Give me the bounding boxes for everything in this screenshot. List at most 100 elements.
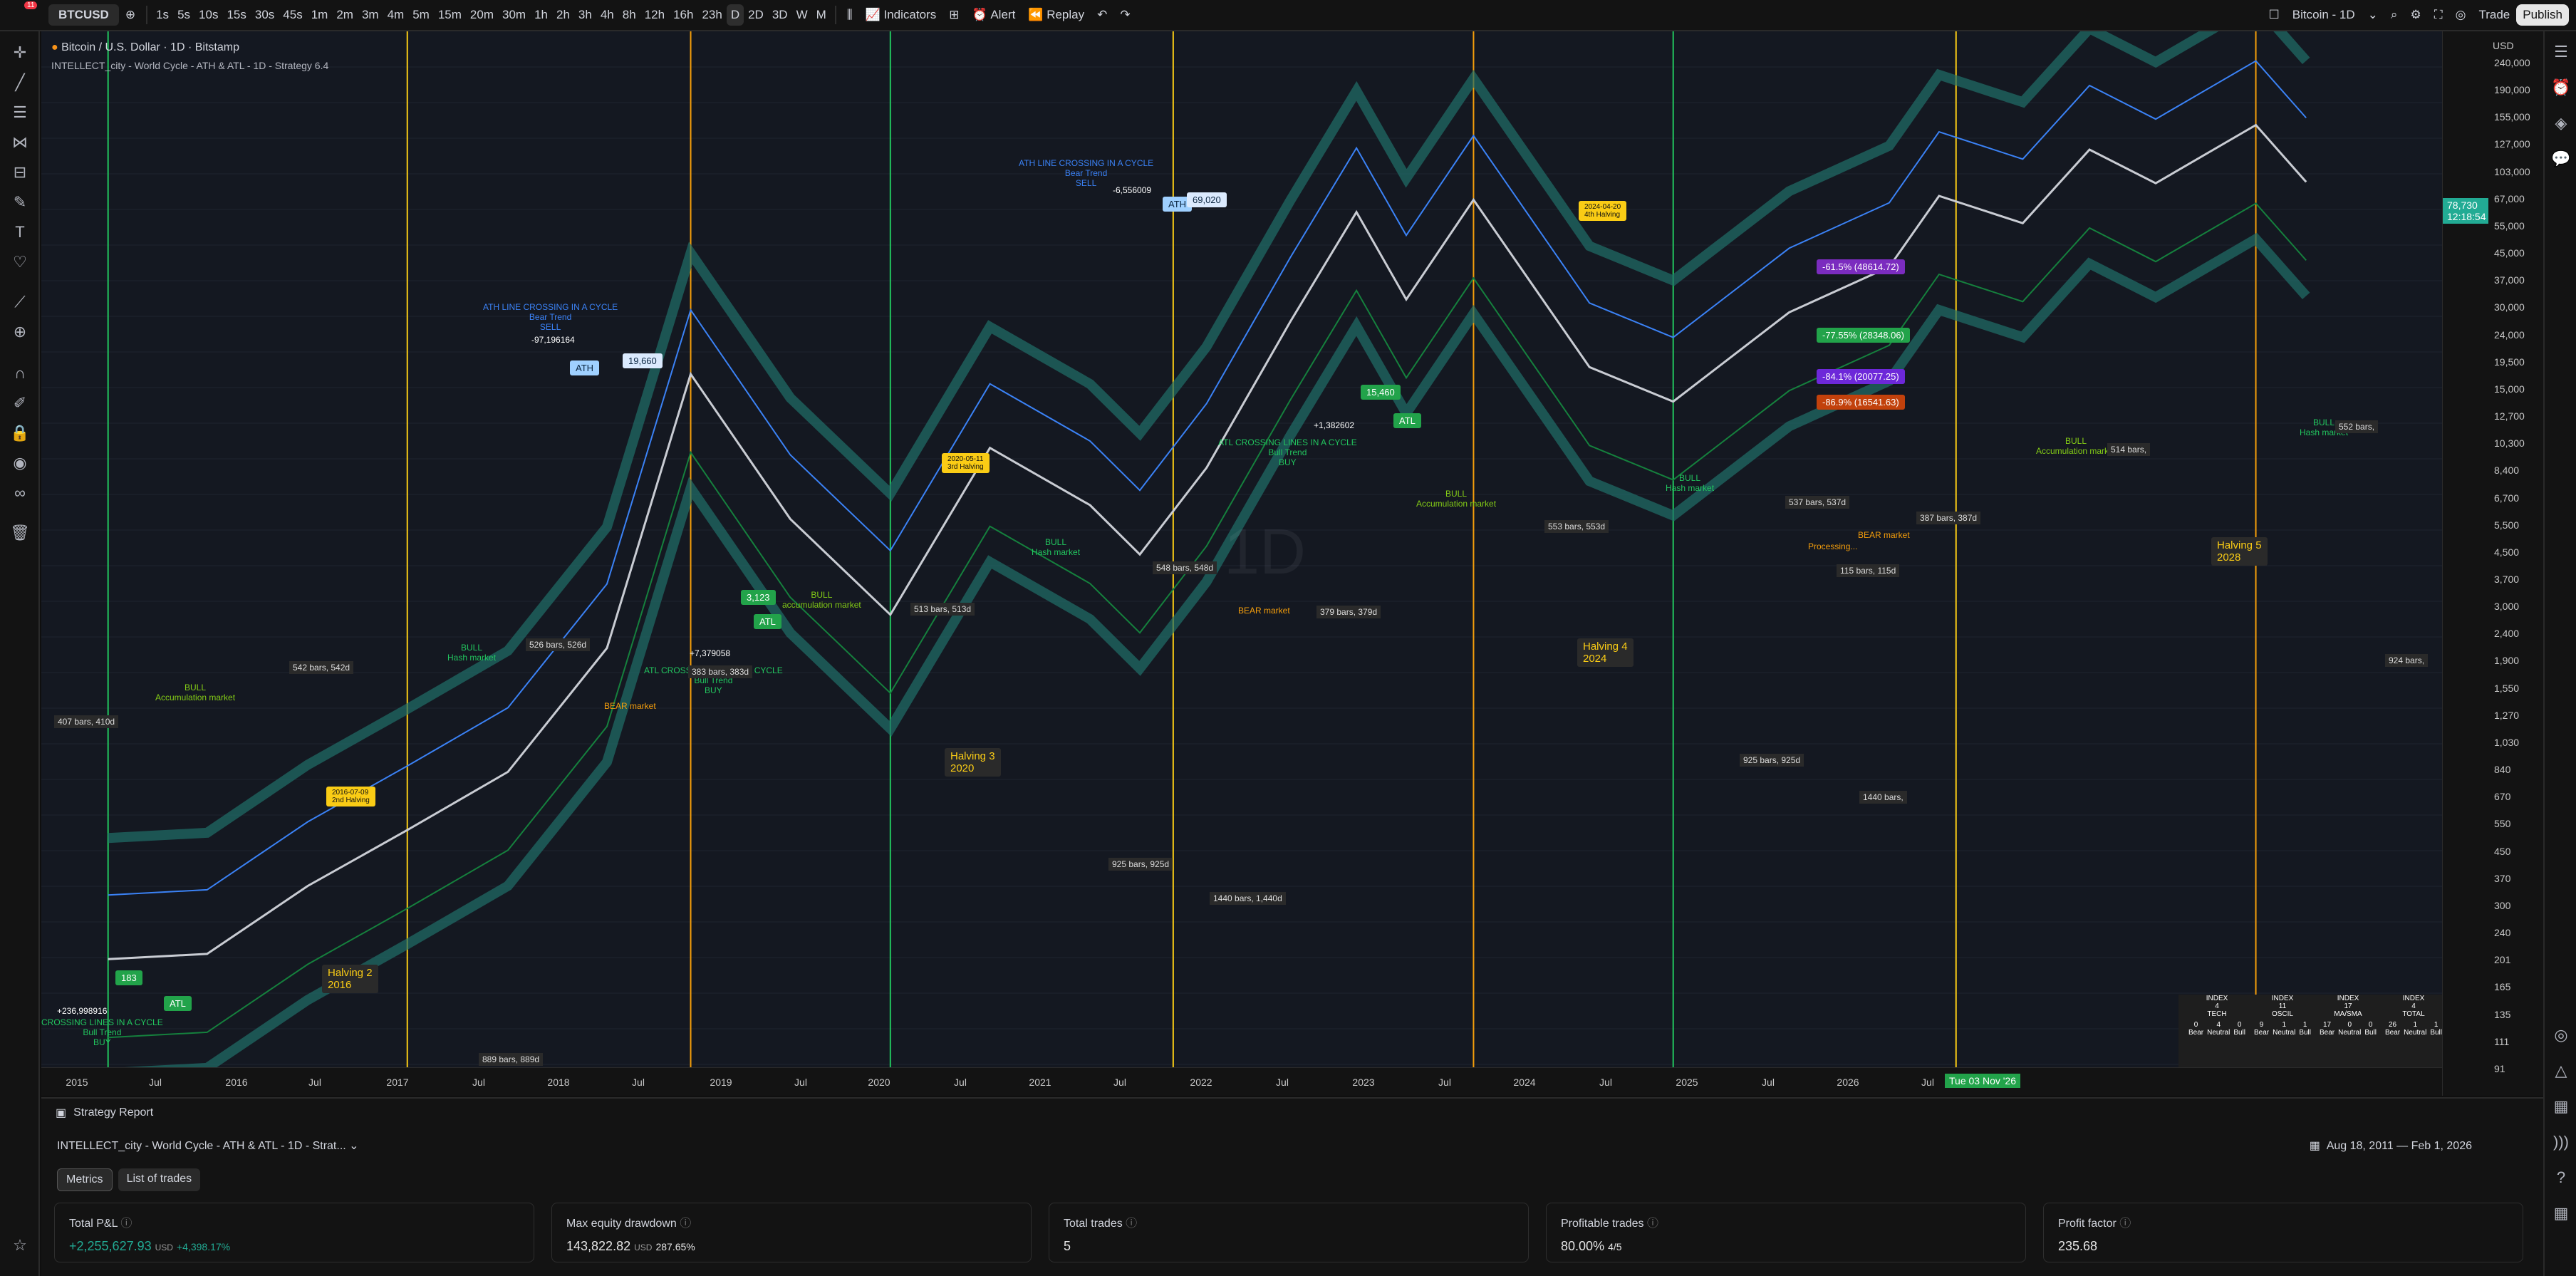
tab-list-of-trades[interactable]: List of trades [118, 1168, 201, 1191]
camera-icon[interactable]: ◎ [2449, 0, 2473, 31]
interval-1s[interactable]: 1s [152, 0, 173, 31]
fullscreen-icon[interactable]: ⛶ [2428, 0, 2449, 31]
watchlist-icon[interactable]: ☰ [2550, 41, 2572, 63]
interval-5m[interactable]: 5m [408, 0, 434, 31]
horizontal-lines-icon[interactable]: ☰ [10, 103, 30, 123]
interval-3m[interactable]: 3m [358, 0, 383, 31]
tab-metrics[interactable]: Metrics [57, 1168, 113, 1191]
trade-button[interactable]: Trade [2472, 0, 2516, 31]
alert-button[interactable]: ⏰ Alert [965, 0, 1022, 31]
price-tick: 4,500 [2494, 546, 2520, 558]
publish-button[interactable]: Publish [2516, 4, 2569, 26]
atl-value-2022: 15,460 [1361, 385, 1401, 400]
index-value: 1 Bull [2430, 1021, 2442, 1037]
layout-title[interactable]: Bitcoin - 1D [2286, 0, 2362, 31]
interval-10s[interactable]: 10s [194, 0, 222, 31]
eye-icon[interactable]: ◉ [10, 453, 30, 473]
stay-drawing-icon[interactable]: ✐ [10, 393, 30, 413]
pct-label-5: +236,998916 [57, 1006, 108, 1016]
add-symbol-icon[interactable]: ⊕ [119, 0, 142, 31]
settings-icon[interactable]: ⚙ [2404, 0, 2427, 31]
heart-icon[interactable]: ♡ [10, 252, 30, 272]
help-icon[interactable]: ? [2550, 1167, 2572, 1188]
alerts-icon[interactable]: ⏰ [2550, 77, 2572, 98]
interval-1m[interactable]: 1m [307, 0, 333, 31]
metric-card: Max equity drawdown ⓘ 143,822.82 USD 287.… [551, 1203, 1032, 1262]
templates-icon[interactable]: ⊞ [942, 0, 965, 31]
undo-icon[interactable]: ↶ [1091, 0, 1113, 31]
price-tick: 103,000 [2494, 165, 2530, 177]
report-strategy-name[interactable]: INTELLECT_city - World Cycle - ATH & ATL… [57, 1138, 359, 1153]
report-date-range[interactable]: ▦ Aug 18, 2011 — Feb 1, 2026 [2310, 1138, 2472, 1153]
interval-12h[interactable]: 12h [640, 0, 669, 31]
pattern-icon[interactable]: ⋈ [10, 133, 30, 152]
interval-30s[interactable]: 30s [251, 0, 279, 31]
magnet-icon[interactable]: ∩ [10, 363, 30, 383]
quick-search-icon[interactable]: ⌕ [2384, 0, 2404, 31]
info-icon[interactable]: ⓘ [680, 1218, 691, 1230]
time-axis[interactable]: 2015 Jul 2016 Jul 2017 Jul 2018 Jul 2019 Jul 2020 J… [41, 1067, 2442, 1096]
brush-icon[interactable]: ✎ [10, 192, 30, 212]
interval-15s[interactable]: 15s [222, 0, 250, 31]
trendline-icon[interactable]: ╱ [10, 73, 30, 93]
symbol-search[interactable]: BTCUSD [48, 4, 119, 26]
index-value: 9 Bear [2254, 1021, 2269, 1037]
redo-icon[interactable]: ↷ [1113, 0, 1136, 31]
index-category: Neutral [2207, 1029, 2230, 1037]
grid-icon[interactable]: ▦ [2550, 1203, 2572, 1224]
favorite-star-icon[interactable]: ☆ [10, 1235, 30, 1255]
info-icon[interactable]: ⓘ [1647, 1218, 1658, 1230]
interval-2h[interactable]: 2h [552, 0, 574, 31]
interval-4m[interactable]: 4m [383, 0, 409, 31]
interval-2m[interactable]: 2m [332, 0, 358, 31]
interval-3h[interactable]: 3h [574, 0, 596, 31]
chart-legend[interactable]: ● Bitcoin / U.S. Dollar · 1D · Bitstamp [51, 41, 239, 54]
interval-5s[interactable]: 5s [173, 0, 194, 31]
measure-icon[interactable]: ⟋ [10, 292, 30, 312]
trash-icon[interactable]: 🗑 [10, 523, 30, 543]
link-icon[interactable]: ∞ [10, 483, 30, 503]
chat-icon[interactable]: 💬 [2550, 148, 2572, 170]
interval-8h[interactable]: 8h [618, 0, 640, 31]
indicators-button[interactable]: 📈 Indicators [859, 0, 943, 31]
interval-23h[interactable]: 23h [697, 0, 726, 31]
report-title[interactable]: Strategy Report [73, 1106, 153, 1119]
zoom-icon[interactable]: ⊕ [10, 322, 30, 342]
info-icon[interactable]: ⓘ [120, 1218, 132, 1230]
interval-3D[interactable]: 3D [768, 0, 792, 31]
interval-15m[interactable]: 15m [434, 0, 466, 31]
layout-checkbox-icon[interactable]: ☐ [2263, 0, 2286, 31]
halving-date-2016: 2016-07-09 2nd Halving [326, 787, 375, 806]
ruler-icon[interactable]: ⊟ [10, 162, 30, 182]
chart-pane[interactable]: 1D ATH 19,660 ATH 69,020 ATL 183 ATL 3,1… [41, 31, 2442, 1096]
layout-menu-icon[interactable]: ⌄ [2362, 0, 2384, 31]
info-icon[interactable]: ⓘ [1126, 1218, 1137, 1230]
index-header: INDEX 4 TOTAL [2402, 995, 2425, 1018]
metric-value: 235.68 [2058, 1239, 2098, 1253]
layers-icon[interactable]: ◈ [2550, 113, 2572, 134]
interval-30m[interactable]: 30m [498, 0, 530, 31]
interval-20m[interactable]: 20m [466, 0, 498, 31]
interval-4h[interactable]: 4h [596, 0, 618, 31]
target-icon[interactable]: ◎ [2550, 1025, 2572, 1046]
calendar-icon[interactable]: ▦ [2550, 1096, 2572, 1117]
calendar-icon: ▦ [2309, 1140, 2327, 1152]
index-column: INDEX 17 MA/SMA 17 Bear 0 Neutral 0 Bull [2320, 995, 2377, 1037]
candles-icon[interactable]: ⫼ [841, 0, 859, 31]
crosshair-icon[interactable]: ✛ [10, 43, 30, 63]
interval-2D[interactable]: 2D [744, 0, 768, 31]
interval-45s[interactable]: 45s [279, 0, 306, 31]
text-icon[interactable]: T [10, 222, 30, 242]
lock-icon[interactable]: 🔒 [10, 423, 30, 443]
replay-button[interactable]: ⏪ Replay [1022, 0, 1091, 31]
price-axis[interactable]: USD 240,000 190,000 155,000 127,000 103,000 6… [2442, 31, 2543, 1096]
broadcast-icon[interactable]: ))) [2550, 1131, 2572, 1153]
interval-16h[interactable]: 16h [669, 0, 697, 31]
interval-M[interactable]: M [812, 0, 831, 31]
interval-D[interactable]: D [726, 4, 744, 26]
strategy-legend[interactable]: INTELLECT_city - World Cycle - ATH & ATL… [51, 60, 328, 71]
ideas-icon[interactable]: △ [2550, 1060, 2572, 1082]
info-icon[interactable]: ⓘ [2119, 1218, 2131, 1230]
interval-W[interactable]: W [792, 0, 812, 31]
interval-1h[interactable]: 1h [530, 0, 552, 31]
